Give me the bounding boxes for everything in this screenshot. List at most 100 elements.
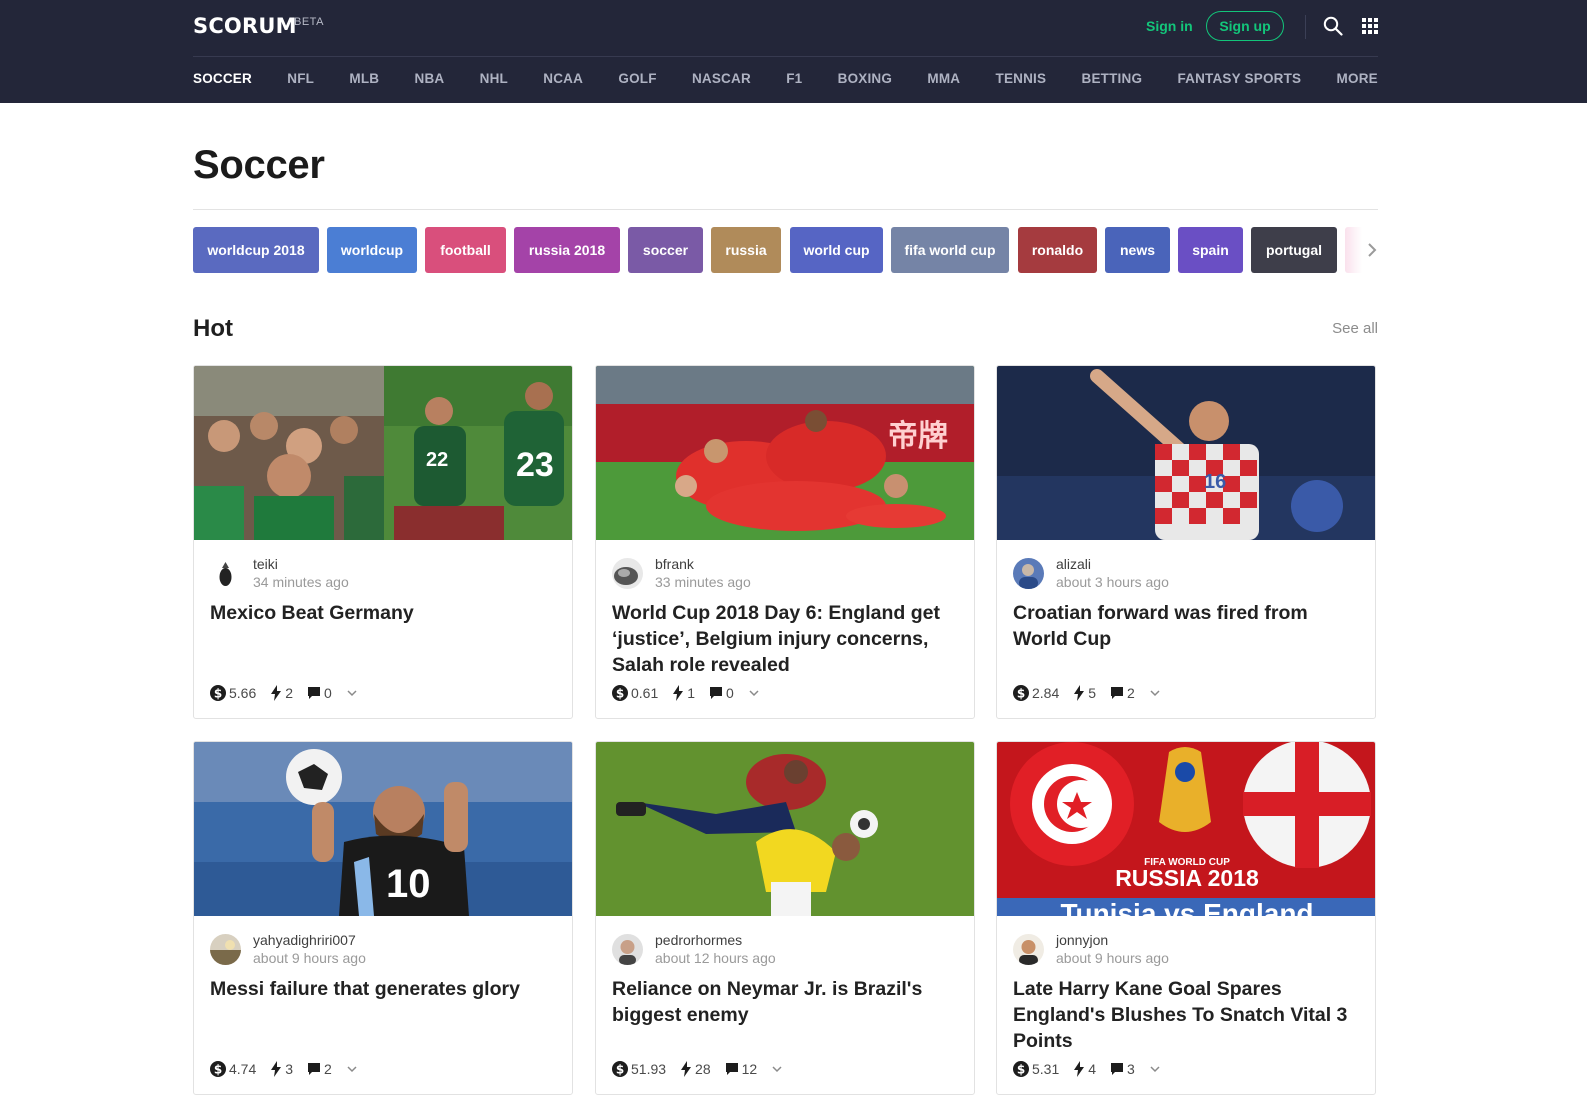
nav-nfl[interactable]: NFL — [287, 70, 314, 90]
post-title[interactable]: Late Harry Kane Goal Spares England's Bl… — [1013, 976, 1363, 1054]
tag-list: worldcup 2018 worldcup football russia 2… — [193, 227, 1378, 273]
tag-spain[interactable]: spain — [1178, 227, 1243, 273]
see-all-link[interactable]: See all — [1320, 320, 1378, 338]
nav-golf[interactable]: GOLF — [618, 70, 656, 90]
lightning-icon[interactable] — [270, 1061, 282, 1077]
nav-boxing[interactable]: BOXING — [838, 70, 892, 90]
post-author[interactable]: alizali — [1056, 556, 1091, 573]
votes-count: 5 — [1088, 685, 1097, 701]
post-card[interactable]: pedrorhormes about 12 hours ago Reliance… — [595, 741, 975, 1095]
post-title[interactable]: Mexico Beat Germany — [210, 600, 560, 626]
tag-fifa-world-cup[interactable]: fifa world cup — [891, 227, 1009, 273]
chevron-down-icon[interactable] — [1149, 687, 1161, 699]
payout-value: 5.66 — [229, 685, 257, 701]
post-author[interactable]: pedrorhormes — [655, 932, 742, 949]
post-card[interactable]: FIFA WORLD CUP RUSSIA 2018 Tunisia vs En… — [996, 741, 1376, 1095]
nav-mlb[interactable]: MLB — [349, 70, 379, 90]
jersey-number: 10 — [386, 862, 431, 906]
nav-nhl[interactable]: NHL — [480, 70, 508, 90]
post-card[interactable]: 帝牌 bfrank 33 minutes ago World Cup 2018 … — [595, 365, 975, 719]
banner-main-text: RUSSIA 2018 — [1115, 865, 1259, 891]
sign-up-button[interactable]: Sign up — [1206, 11, 1284, 41]
search-icon[interactable] — [1323, 16, 1343, 36]
lightning-icon[interactable] — [1073, 685, 1085, 701]
tag-world-cup[interactable]: world cup — [790, 227, 883, 273]
avatar[interactable] — [612, 558, 643, 589]
nav-mma[interactable]: MMA — [927, 70, 960, 90]
tag-russia[interactable]: russia — [711, 227, 781, 273]
chevron-down-icon[interactable] — [346, 687, 358, 699]
nav-fantasy-sports[interactable]: FANTASY SPORTS — [1177, 70, 1301, 90]
comment-icon[interactable] — [307, 686, 321, 700]
lightning-icon[interactable] — [672, 685, 684, 701]
post-image: 10 — [194, 742, 572, 916]
post-author[interactable]: teiki — [253, 556, 278, 573]
nav-betting[interactable]: BETTING — [1082, 70, 1143, 90]
avatar[interactable] — [612, 934, 643, 965]
chevron-down-icon[interactable] — [771, 1063, 783, 1075]
post-time: 33 minutes ago — [655, 574, 751, 590]
dollar-icon: $ — [210, 1061, 226, 1077]
tag-ronaldo[interactable]: ronaldo — [1018, 227, 1097, 273]
chevron-down-icon[interactable] — [748, 687, 760, 699]
header-divider-line — [193, 56, 1378, 57]
lightning-icon[interactable] — [270, 685, 282, 701]
post-time: about 3 hours ago — [1056, 574, 1169, 590]
votes-count: 2 — [285, 685, 294, 701]
apps-grid-icon[interactable] — [1362, 18, 1378, 34]
avatar[interactable] — [1013, 934, 1044, 965]
nav-nba[interactable]: NBA — [415, 70, 445, 90]
nav-nascar[interactable]: NASCAR — [692, 70, 751, 90]
comments-count: 0 — [324, 685, 332, 701]
post-time: about 9 hours ago — [1056, 950, 1169, 966]
jersey-number: 23 — [516, 446, 554, 484]
votes-count: 4 — [1088, 1061, 1097, 1077]
nav-ncaa[interactable]: NCAA — [543, 70, 583, 90]
post-author[interactable]: yahyadighriri007 — [253, 932, 356, 949]
chevron-right-icon[interactable] — [1362, 238, 1382, 262]
post-card[interactable]: 10 yahyadighriri007 about 9 hours ago Me… — [193, 741, 573, 1095]
post-title[interactable]: Messi failure that generates glory — [210, 976, 560, 1002]
comment-icon[interactable] — [307, 1062, 321, 1076]
scorum-logo[interactable]: SCORUM — [193, 14, 297, 38]
post-image — [596, 742, 974, 916]
chevron-down-icon[interactable] — [1149, 1063, 1161, 1075]
tag-soccer[interactable]: soccer — [628, 227, 703, 273]
tag-portugal[interactable]: portugal — [1251, 227, 1337, 273]
comment-icon[interactable] — [1110, 686, 1124, 700]
chevron-down-icon[interactable] — [346, 1063, 358, 1075]
nav-f1[interactable]: F1 — [786, 70, 802, 90]
post-author[interactable]: bfrank — [655, 556, 694, 573]
post-stats: $5.66 2 0 — [210, 684, 358, 702]
tag-worldcup-2018[interactable]: worldcup 2018 — [193, 227, 319, 273]
avatar[interactable] — [210, 558, 241, 589]
tag-football[interactable]: football — [425, 227, 506, 273]
post-title[interactable]: Croatian forward was fired from World Cu… — [1013, 600, 1363, 652]
lightning-icon[interactable] — [680, 1061, 692, 1077]
lightning-icon[interactable] — [1073, 1061, 1085, 1077]
post-title[interactable]: Reliance on Neymar Jr. is Brazil's bigge… — [612, 976, 962, 1028]
comment-icon[interactable] — [709, 686, 723, 700]
payout-value: 5.31 — [1032, 1061, 1060, 1077]
nav-soccer[interactable]: SOCCER — [193, 70, 252, 90]
avatar[interactable] — [210, 934, 241, 965]
comment-icon[interactable] — [1110, 1062, 1124, 1076]
post-card[interactable]: 22 23 teiki 34 minutes ago Mexico Beat G… — [193, 365, 573, 719]
comments-count: 2 — [324, 1061, 332, 1077]
post-stats: $51.93 28 12 — [612, 1060, 783, 1078]
tag-news[interactable]: news — [1105, 227, 1170, 273]
post-card[interactable]: 16 alizali about 3 hours ago Croatian fo… — [996, 365, 1376, 719]
nav-tennis[interactable]: TENNIS — [996, 70, 1047, 90]
tag-worldcup[interactable]: worldcup — [327, 227, 417, 273]
post-image: 16 — [997, 366, 1375, 540]
tag-russia-2018[interactable]: russia 2018 — [514, 227, 620, 273]
nav-more[interactable]: MORE — [1337, 70, 1378, 90]
post-stats: $0.61 1 0 — [612, 684, 760, 702]
post-title[interactable]: World Cup 2018 Day 6: England get ‘justi… — [612, 600, 962, 678]
svg-text:$: $ — [616, 687, 624, 701]
sign-in-link[interactable]: Sign in — [1146, 17, 1193, 35]
post-author[interactable]: jonnyjon — [1056, 932, 1108, 949]
comment-icon[interactable] — [725, 1062, 739, 1076]
avatar[interactable] — [1013, 558, 1044, 589]
post-image: 帝牌 — [596, 366, 974, 540]
